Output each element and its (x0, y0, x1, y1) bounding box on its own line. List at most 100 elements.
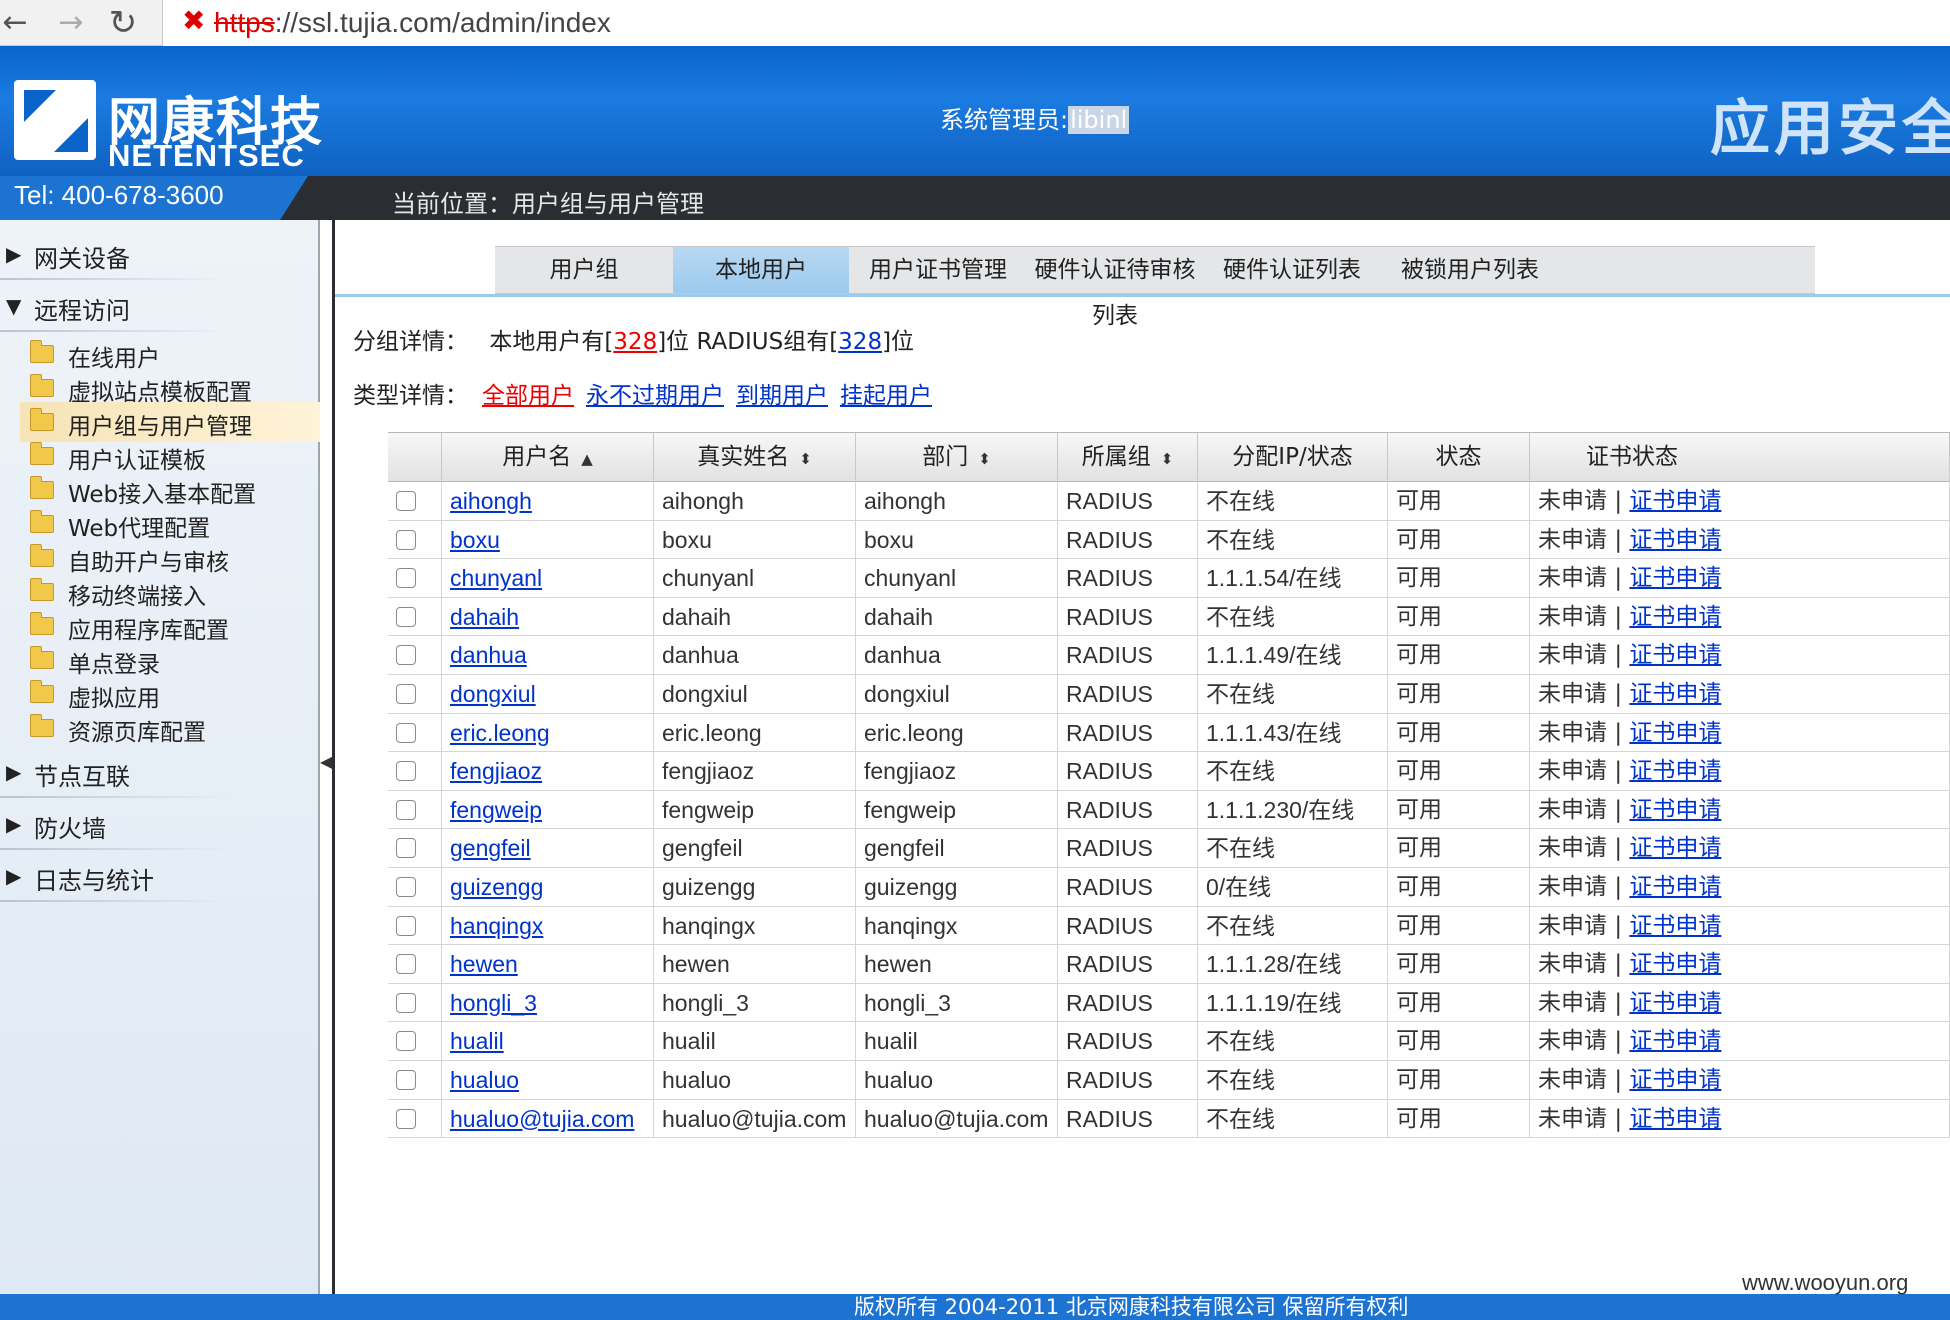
cert-status-cell: 未申请 | 证书申请 (1530, 636, 1950, 675)
cert-apply-link[interactable]: 证书申请 (1629, 913, 1721, 939)
table-row: eric.leong eric.leong eric.leong RADIUS 1.1.… (388, 713, 1950, 753)
cert-apply-link[interactable]: 证书申请 (1629, 642, 1721, 668)
username-link[interactable]: hongli_3 (450, 990, 537, 1016)
tab-locked-users[interactable]: 被锁用户列表 (1381, 247, 1559, 293)
group-cell: RADIUS (1058, 829, 1198, 868)
department-cell: chunyanl (856, 559, 1058, 598)
username-link[interactable]: chunyanl (450, 565, 542, 591)
row-checkbox[interactable] (396, 992, 416, 1013)
local-user-count-link[interactable]: 328 (613, 329, 657, 355)
sidebar-item-resource-page[interactable]: 资源页库配置 (28, 708, 298, 748)
username-link[interactable]: boxu (450, 527, 500, 553)
row-checkbox[interactable] (396, 606, 416, 627)
cert-apply-link[interactable]: 证书申请 (1629, 681, 1721, 707)
logo-english: NETENTSEC (108, 138, 305, 173)
username-link[interactable]: guizengg (450, 874, 543, 900)
sidebar-section-label: 远程访问 (34, 297, 130, 325)
row-checkbox[interactable] (396, 761, 416, 782)
tab-user-groups[interactable]: 用户组 (495, 247, 673, 293)
header-department[interactable]: 部门 ⬍ (856, 433, 1058, 483)
department-cell: hualuo (856, 1061, 1058, 1099)
cert-apply-link[interactable]: 证书申请 (1629, 488, 1721, 514)
header-realname[interactable]: 真实姓名 ⬍ (654, 433, 856, 483)
cert-apply-link[interactable]: 证书申请 (1629, 527, 1721, 553)
row-checkbox[interactable] (396, 645, 416, 666)
filter-never-expire[interactable]: 永不过期用户 (586, 383, 724, 409)
cert-apply-link[interactable]: 证书申请 (1629, 1067, 1721, 1093)
username-cell: boxu (442, 520, 654, 559)
username-link[interactable]: dongxiul (450, 681, 536, 707)
filter-suspended[interactable]: 挂起用户 (840, 383, 932, 409)
cert-apply-link[interactable]: 证书申请 (1629, 720, 1721, 746)
group-detail-text: ]位 (882, 329, 915, 355)
sidebar-section-remote-access[interactable]: ▼ 远程访问 (0, 286, 320, 326)
username-link[interactable]: eric.leong (450, 720, 550, 746)
sidebar-section-firewall[interactable]: ▶ 防火墙 (0, 804, 320, 844)
department-cell: fengweip (856, 790, 1058, 829)
row-checkbox[interactable] (396, 568, 416, 589)
collapsed-arrow-icon: ▶ (6, 760, 22, 784)
row-checkbox[interactable] (396, 491, 416, 511)
username-link[interactable]: hewen (450, 951, 518, 977)
department-cell: hualil (856, 1022, 1058, 1061)
row-checkbox[interactable] (396, 877, 416, 897)
header-group[interactable]: 所属组 ⬍ (1058, 433, 1198, 483)
cert-apply-link[interactable]: 证书申请 (1629, 565, 1721, 591)
cert-apply-link[interactable]: 证书申请 (1629, 874, 1721, 900)
tab-hw-auth-pending[interactable]: 硬件认证待审核列表 (1027, 247, 1203, 329)
username-link[interactable]: fengweip (450, 797, 542, 823)
select-cell (388, 1099, 442, 1138)
row-checkbox[interactable] (396, 838, 416, 859)
tab-user-certificates[interactable]: 用户证书管理 (849, 247, 1027, 293)
username-link[interactable]: aihongh (450, 488, 532, 514)
realname-cell: boxu (654, 520, 856, 559)
header-username[interactable]: 用户名 ▲ (442, 433, 654, 483)
filter-expired[interactable]: 到期用户 (736, 383, 828, 409)
username-link[interactable]: fengjiaoz (450, 758, 542, 784)
radius-count-link[interactable]: 328 (838, 329, 882, 355)
filter-all-users[interactable]: 全部用户 (482, 383, 574, 409)
row-checkbox[interactable] (396, 1070, 416, 1090)
username-link[interactable]: hualuo (450, 1067, 519, 1093)
department-cell: aihongh (856, 482, 1058, 520)
username-link[interactable]: hualil (450, 1028, 504, 1054)
department-cell: hewen (856, 945, 1058, 984)
cert-apply-link[interactable]: 证书申请 (1629, 1106, 1721, 1132)
cert-not-applied: 未申请 (1538, 1067, 1607, 1093)
row-checkbox[interactable] (396, 799, 416, 820)
cert-apply-link[interactable]: 证书申请 (1629, 758, 1721, 784)
realname-cell: chunyanl (654, 559, 856, 598)
username-link[interactable]: hanqingx (450, 913, 543, 939)
admin-username: libinl (1068, 106, 1130, 134)
row-checkbox[interactable] (396, 684, 416, 704)
row-checkbox[interactable] (396, 1108, 416, 1129)
username-link[interactable]: gengfeil (450, 835, 531, 861)
forward-arrow-icon[interactable]: → (52, 4, 90, 42)
username-cell: eric.leong (442, 713, 654, 752)
sidebar-section-gateway[interactable]: ▶ 网关设备 (0, 234, 320, 274)
row-checkbox[interactable] (396, 722, 416, 743)
collapse-sidebar-icon[interactable]: ◀ (320, 748, 332, 776)
cert-apply-link[interactable]: 证书申请 (1629, 797, 1721, 823)
cert-apply-link[interactable]: 证书申请 (1629, 604, 1721, 630)
row-checkbox[interactable] (396, 954, 416, 975)
row-checkbox[interactable] (396, 1031, 416, 1052)
sidebar-section-logs[interactable]: ▶ 日志与统计 (0, 856, 320, 896)
back-arrow-icon[interactable]: ← (0, 4, 34, 42)
row-checkbox[interactable] (396, 529, 416, 550)
tab-local-users[interactable]: 本地用户 (673, 247, 849, 293)
sidebar-item-label: 资源页库配置 (68, 720, 206, 746)
cert-apply-link[interactable]: 证书申请 (1629, 990, 1721, 1016)
select-cell (388, 713, 442, 752)
cert-apply-link[interactable]: 证书申请 (1629, 1028, 1721, 1054)
row-checkbox[interactable] (396, 915, 416, 936)
url-text[interactable]: https://ssl.tujia.com/admin/index (214, 6, 611, 40)
username-link[interactable]: dahaih (450, 604, 519, 630)
cert-apply-link[interactable]: 证书申请 (1629, 951, 1721, 977)
username-link[interactable]: hualuo@tujia.com (450, 1106, 634, 1132)
sidebar-section-node-interconnect[interactable]: ▶ 节点互联 (0, 752, 320, 792)
cert-apply-link[interactable]: 证书申请 (1629, 835, 1721, 861)
username-link[interactable]: danhua (450, 642, 527, 668)
reload-icon[interactable]: ↻ (104, 4, 142, 42)
tab-hw-auth-list[interactable]: 硬件认证列表 (1203, 247, 1381, 293)
